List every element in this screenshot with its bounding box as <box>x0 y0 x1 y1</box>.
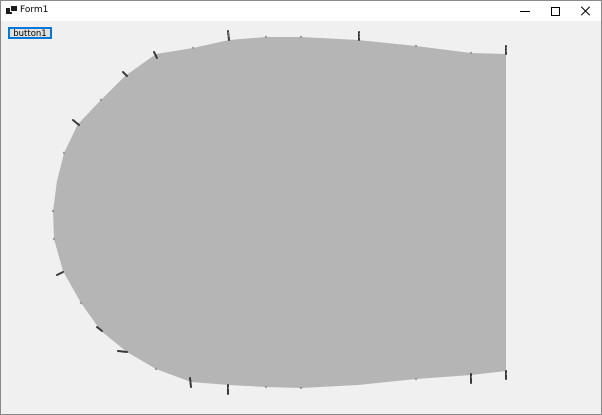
title-bar[interactable]: Form1 <box>1 1 601 21</box>
minimize-button[interactable] <box>510 1 540 21</box>
app-icon <box>6 5 18 15</box>
maximize-icon <box>550 6 560 16</box>
drawing-canvas <box>51 30 507 395</box>
gray-shape <box>53 37 506 388</box>
button1[interactable]: button1 <box>8 27 52 39</box>
close-icon <box>580 6 590 16</box>
close-button[interactable] <box>570 1 600 21</box>
form-window: Form1 button1 <box>0 0 602 415</box>
maximize-button[interactable] <box>540 1 570 21</box>
minimize-icon <box>520 10 530 12</box>
client-area: button1 <box>1 21 601 414</box>
window-title: Form1 <box>20 5 49 15</box>
